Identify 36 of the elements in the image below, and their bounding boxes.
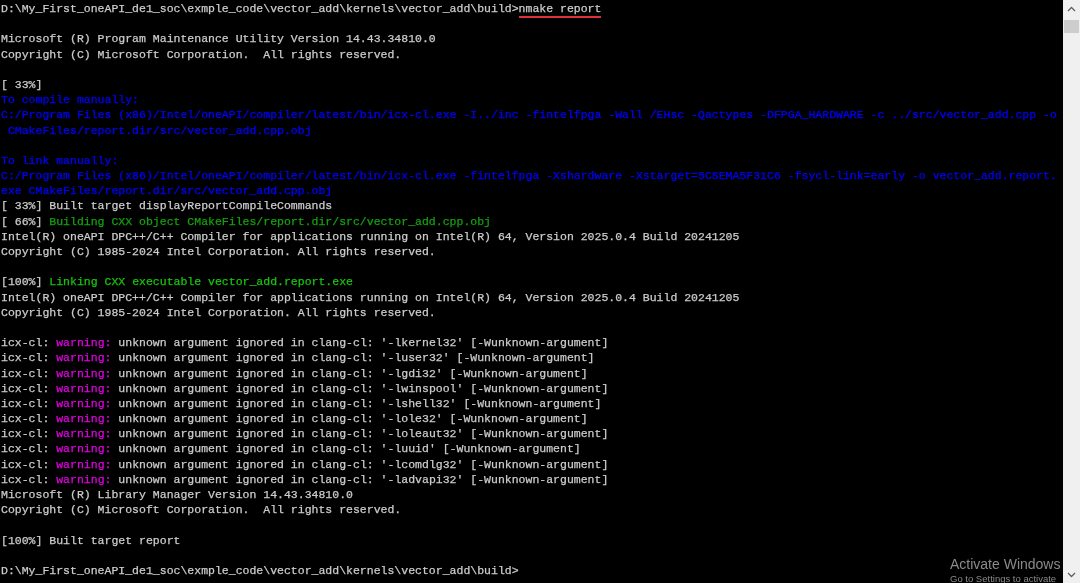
console-line: CMakeFiles/report.dir/src/vector_add.cpp.obj xyxy=(6,122,312,138)
scroll-down-icon[interactable] xyxy=(1067,572,1076,578)
console-line: Copyright (C) Microsoft Corporation. All rights reserved. xyxy=(1,46,402,62)
console-line: Intel(R) oneAPI DPC++/C++ Compiler for applications running on Intel(R) 64, Version 2025.0.4 Build 20241205 xyxy=(1,228,740,244)
console-line: [ 33%] Built target displayReportCompileCommands xyxy=(1,198,333,214)
console-line: Copyright (C) 1985-2024 Intel Corporation. All rights reserved. xyxy=(1,244,436,260)
console-line: icx-cl: warning: unknown argument ignored in clang-cl: '-loleaut32' [-Wunknown-argument] xyxy=(1,426,609,442)
console-line: Microsoft (R) Library Manager Version 14.43.34810.0 xyxy=(1,487,353,503)
console-line: Copyright (C) Microsoft Corporation. All rights reserved. xyxy=(1,502,402,518)
console-line: Microsoft (R) Program Maintenance Utility Version 14.43.34810.0 xyxy=(1,31,436,47)
console-line: icx-cl: warning: unknown argument ignored in clang-cl: '-luuid' [-Wunknown-argument] xyxy=(1,441,581,457)
console-line: Intel(R) oneAPI DPC++/C++ Compiler for applications running on Intel(R) 64, Version 2025.0.4 Build 20241205 xyxy=(1,289,740,305)
console-line: [ 66%] Building CXX object CMakeFiles/report.dir/src/vector_add.cpp.obj xyxy=(1,213,491,229)
console-line: icx-cl: warning: unknown argument ignored in clang-cl: '-lkernel32' [-Wunknown-argument] xyxy=(1,335,609,351)
console-line: icx-cl: warning: unknown argument ignored in clang-cl: '-lwinspool' [-Wunknown-argument] xyxy=(1,380,609,396)
console-line: exe CMakeFiles/report.dir/src/vector_add.cpp.obj xyxy=(1,183,333,199)
console-line: [100%] Linking CXX executable vector_add.report.exe xyxy=(1,274,353,290)
console-line: D:\My_First_oneAPI_de1_soc\exmple_code\vector_add\kernels\vector_add\build>nmake report xyxy=(1,1,602,17)
console-line: icx-cl: warning: unknown argument ignored in clang-cl: '-lshell32' [-Wunknown-argument] xyxy=(1,395,602,412)
scrollbar-thumb[interactable] xyxy=(1064,20,1079,33)
console-line: [ 33%] xyxy=(1,76,43,93)
console-line: icx-cl: warning: unknown argument ignored in clang-cl: '-lole32' [-Wunknown-argument] xyxy=(1,411,588,427)
console-line: icx-cl: warning: unknown argument ignored in clang-cl: '-luser32' [-Wunknown-argument] xyxy=(1,350,595,366)
scrollbar[interactable] xyxy=(1063,0,1080,583)
console-line: C:/Program Files (x86)/Intel/oneAPI/compiler/latest/bin/icx-cl.exe -I../inc -fintelfpga -Wall /EHsc -Qactypes -DFPGA_HARDWARE -c ../src/vector_add.cpp -o xyxy=(1,107,1057,123)
console-line: C:/Program Files (x86)/Intel/oneAPI/compiler/latest/bin/icx-cl.exe -fintelfpga -Xshardware -Xstarget=5CSEMA5F31C6 -fsycl-link=early -o vector_add.report. xyxy=(1,168,1057,184)
console-line: Copyright (C) 1985-2024 Intel Corporation. All rights reserved. xyxy=(1,304,436,320)
console-line: icx-cl: warning: unknown argument ignored in clang-cl: '-ladvapi32' [-Wunknown-argument] xyxy=(1,471,609,487)
console-line: icx-cl: warning: unknown argument ignored in clang-cl: '-lgdi32' [-Wunknown-argument] xyxy=(1,365,588,381)
console-line: D:\My_First_oneAPI_de1_soc\exmple_code\vector_add\kernels\vector_add\build> xyxy=(1,562,519,579)
console-line: To link manually: xyxy=(1,152,119,169)
scroll-up-icon[interactable] xyxy=(1067,6,1076,12)
console-line: icx-cl: warning: unknown argument ignored in clang-cl: '-lcomdlg32' [-Wunknown-argument] xyxy=(1,456,609,472)
console-line: To compile manually: xyxy=(1,92,140,108)
console-line: [100%] Built target report xyxy=(1,532,181,548)
activation-title: Activate Windows xyxy=(950,556,1061,572)
